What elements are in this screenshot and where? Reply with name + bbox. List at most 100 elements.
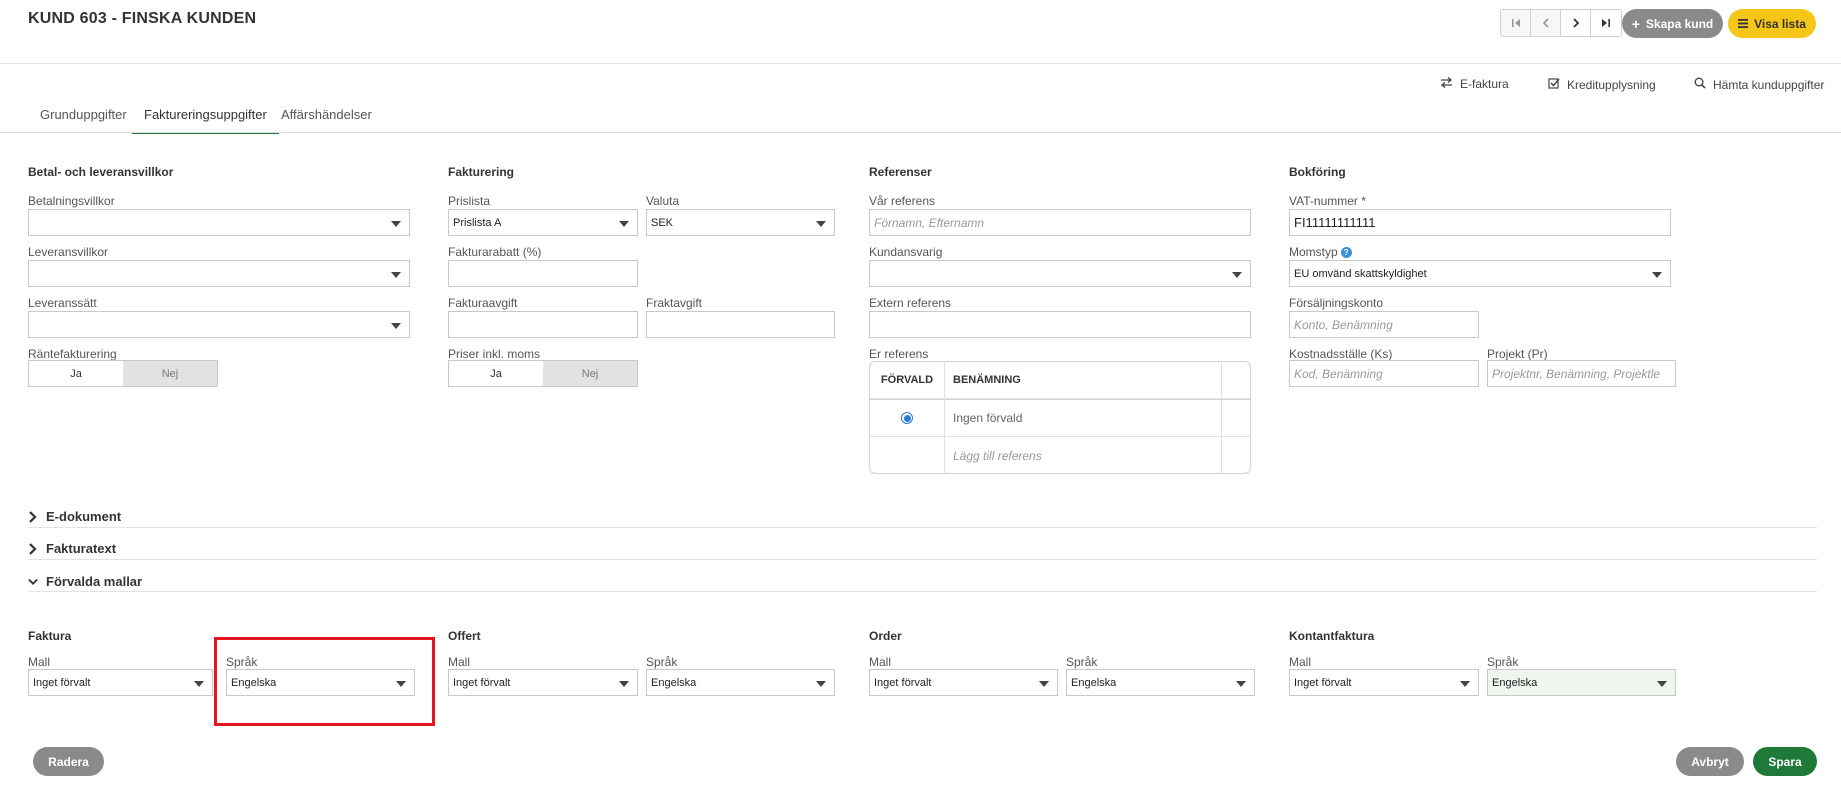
leveransvillkor-label: Leveransvillkor [28, 245, 109, 259]
section-title-bokforing: Bokföring [1289, 165, 1346, 179]
valuta-select[interactable]: SEK [646, 209, 835, 236]
order-sprak-select[interactable]: Engelska [1066, 669, 1255, 696]
chevron-down-icon [391, 323, 401, 329]
chevron-down-icon [816, 681, 826, 687]
help-icon[interactable]: ? [1340, 247, 1352, 259]
priser-nej[interactable]: Nej [543, 361, 637, 386]
fakturaavgift-label: Fakturaavgift [448, 296, 518, 310]
delete-button[interactable]: Radera [33, 747, 104, 776]
priser-inkl-moms-toggle: Ja Nej [448, 360, 638, 387]
leveransvillkor-select[interactable] [28, 260, 410, 287]
section-title-fakturering: Fakturering [448, 165, 515, 179]
swap-icon [1440, 77, 1453, 91]
forvalda-mallar-toggle[interactable]: Förvalda mallar [28, 574, 1817, 589]
betalningsvillkor-select[interactable] [28, 209, 410, 236]
extern-referens-input[interactable] [869, 311, 1251, 338]
order-mall-select[interactable]: Inget förvalt [869, 669, 1058, 696]
save-button[interactable]: Spara [1753, 747, 1817, 776]
template-title-offert: Offert [448, 629, 481, 643]
kostnadsstalle-label: Kostnadsställe (Ks) [1289, 347, 1393, 361]
vat-label: VAT-nummer * [1289, 194, 1366, 208]
credit-check-label: Kreditupplysning [1567, 77, 1656, 92]
faktura-mall-select[interactable]: Inget förvalt [28, 669, 213, 696]
section-title-referenser: Referenser [869, 165, 932, 179]
leveranssatt-label: Leveranssätt [28, 296, 97, 310]
mall-label: Mall [28, 655, 51, 669]
fakturaavgift-input[interactable] [448, 311, 638, 338]
kostnadsstalle-input[interactable]: Kod, Benämning [1289, 360, 1479, 387]
rantefakturering-ja[interactable]: Ja [29, 361, 123, 386]
rantefakturering-nej[interactable]: Nej [123, 361, 217, 386]
section-title-betal: Betal- och leveransvillkor [28, 165, 174, 179]
fraktavgift-label: Fraktavgift [646, 296, 703, 310]
kontantfaktura-mall-select[interactable]: Inget förvalt [1289, 669, 1479, 696]
plus-icon: + [1631, 15, 1640, 32]
chevron-down-icon [619, 221, 629, 227]
next-record-button[interactable] [1561, 10, 1591, 36]
kontantfaktura-sprak-select[interactable]: Engelska [1487, 669, 1676, 696]
priser-ja[interactable]: Ja [449, 361, 543, 386]
vat-input[interactable]: FI11111111111 [1289, 209, 1671, 236]
projekt-input[interactable]: Projektnr, Benämning, Projektle [1487, 360, 1676, 387]
fakturatext-toggle[interactable]: Fakturatext [28, 541, 1817, 556]
offert-mall-select[interactable]: Inget förvalt [448, 669, 638, 696]
prislista-value: Prislista A [453, 216, 502, 229]
table-row: Lägg till referens [870, 437, 1250, 473]
tab-affarshandelser[interactable]: Affärshändelser [281, 107, 372, 132]
e-dokument-toggle[interactable]: E-dokument [28, 509, 1817, 524]
last-record-button[interactable] [1591, 10, 1621, 36]
row-actions-cell [1222, 400, 1250, 436]
table-header-row: FÖRVALD BENÄMNING [870, 362, 1250, 399]
show-list-button[interactable]: Visa lista [1728, 9, 1816, 38]
page-title: KUND 603 - FINSKA KUNDEN [28, 10, 257, 27]
column-header-benamning: BENÄMNING [945, 362, 1222, 398]
first-record-button[interactable] [1501, 10, 1531, 36]
kundansvarig-select[interactable] [869, 260, 1251, 287]
offert-mall-value: Inget förvalt [453, 676, 511, 689]
chevron-down-icon [1460, 681, 1470, 687]
var-referens-input[interactable]: Förnamn, Efternamn [869, 209, 1251, 236]
chevron-down-icon [1232, 272, 1242, 278]
credit-check-link[interactable]: Kreditupplysning [1548, 77, 1656, 92]
row-actions-cell [1222, 437, 1250, 473]
fakturarabatt-input[interactable] [448, 260, 638, 287]
chevron-right-icon [1572, 18, 1579, 28]
template-title-faktura: Faktura [28, 629, 72, 643]
chevron-down-icon [816, 221, 826, 227]
forsaljningskonto-input[interactable]: Konto, Benämning [1289, 311, 1479, 338]
leveranssatt-select[interactable] [28, 311, 410, 338]
momstyp-label-wrap: Momstyp? [1289, 245, 1352, 259]
kontantfaktura-mall-value: Inget förvalt [1294, 676, 1352, 689]
momstyp-select[interactable]: EU omvänd skattskyldighet [1289, 260, 1671, 287]
offert-sprak-select[interactable]: Engelska [646, 669, 835, 696]
mall-label: Mall [1289, 655, 1312, 669]
sprak-label: Språk [1487, 655, 1519, 669]
mall-label: Mall [869, 655, 892, 669]
projekt-label: Projekt (Pr) [1487, 347, 1548, 361]
default-radio[interactable] [901, 412, 913, 424]
prislista-select[interactable]: Prislista A [448, 209, 638, 236]
previous-record-button[interactable] [1531, 10, 1561, 36]
fetch-customer-link[interactable]: Hämta kunduppgifter [1694, 77, 1824, 92]
record-navigation [1500, 9, 1622, 37]
template-title-kontantfaktura: Kontantfaktura [1289, 629, 1375, 643]
show-list-label: Visa lista [1754, 16, 1806, 31]
chevron-down-icon [619, 681, 629, 687]
tab-grunduppgifter[interactable]: Grunduppgifter [40, 107, 127, 132]
rantefakturering-label: Räntefakturering [28, 347, 117, 361]
fraktavgift-input[interactable] [646, 311, 835, 338]
forsaljningskonto-label: Försäljningskonto [1289, 296, 1384, 310]
efaktura-link[interactable]: E-faktura [1440, 77, 1509, 91]
chevron-left-icon [1542, 18, 1549, 28]
betalningsvillkor-label: Betalningsvillkor [28, 194, 115, 208]
cancel-button[interactable]: Avbryt [1676, 747, 1744, 776]
chevron-right-icon [29, 510, 37, 523]
er-referens-table: FÖRVALD BENÄMNING Ingen förvald Lägg til… [869, 361, 1251, 474]
chevron-down-icon [1652, 272, 1662, 278]
add-reference-input[interactable]: Lägg till referens [945, 437, 1222, 473]
divider [28, 591, 1817, 592]
fetch-customer-label: Hämta kunduppgifter [1713, 77, 1825, 92]
tab-faktureringsuppgifter[interactable]: Faktureringsuppgifter [132, 107, 279, 134]
create-customer-button[interactable]: + Skapa kund [1622, 9, 1723, 38]
empty-cell [870, 437, 945, 473]
